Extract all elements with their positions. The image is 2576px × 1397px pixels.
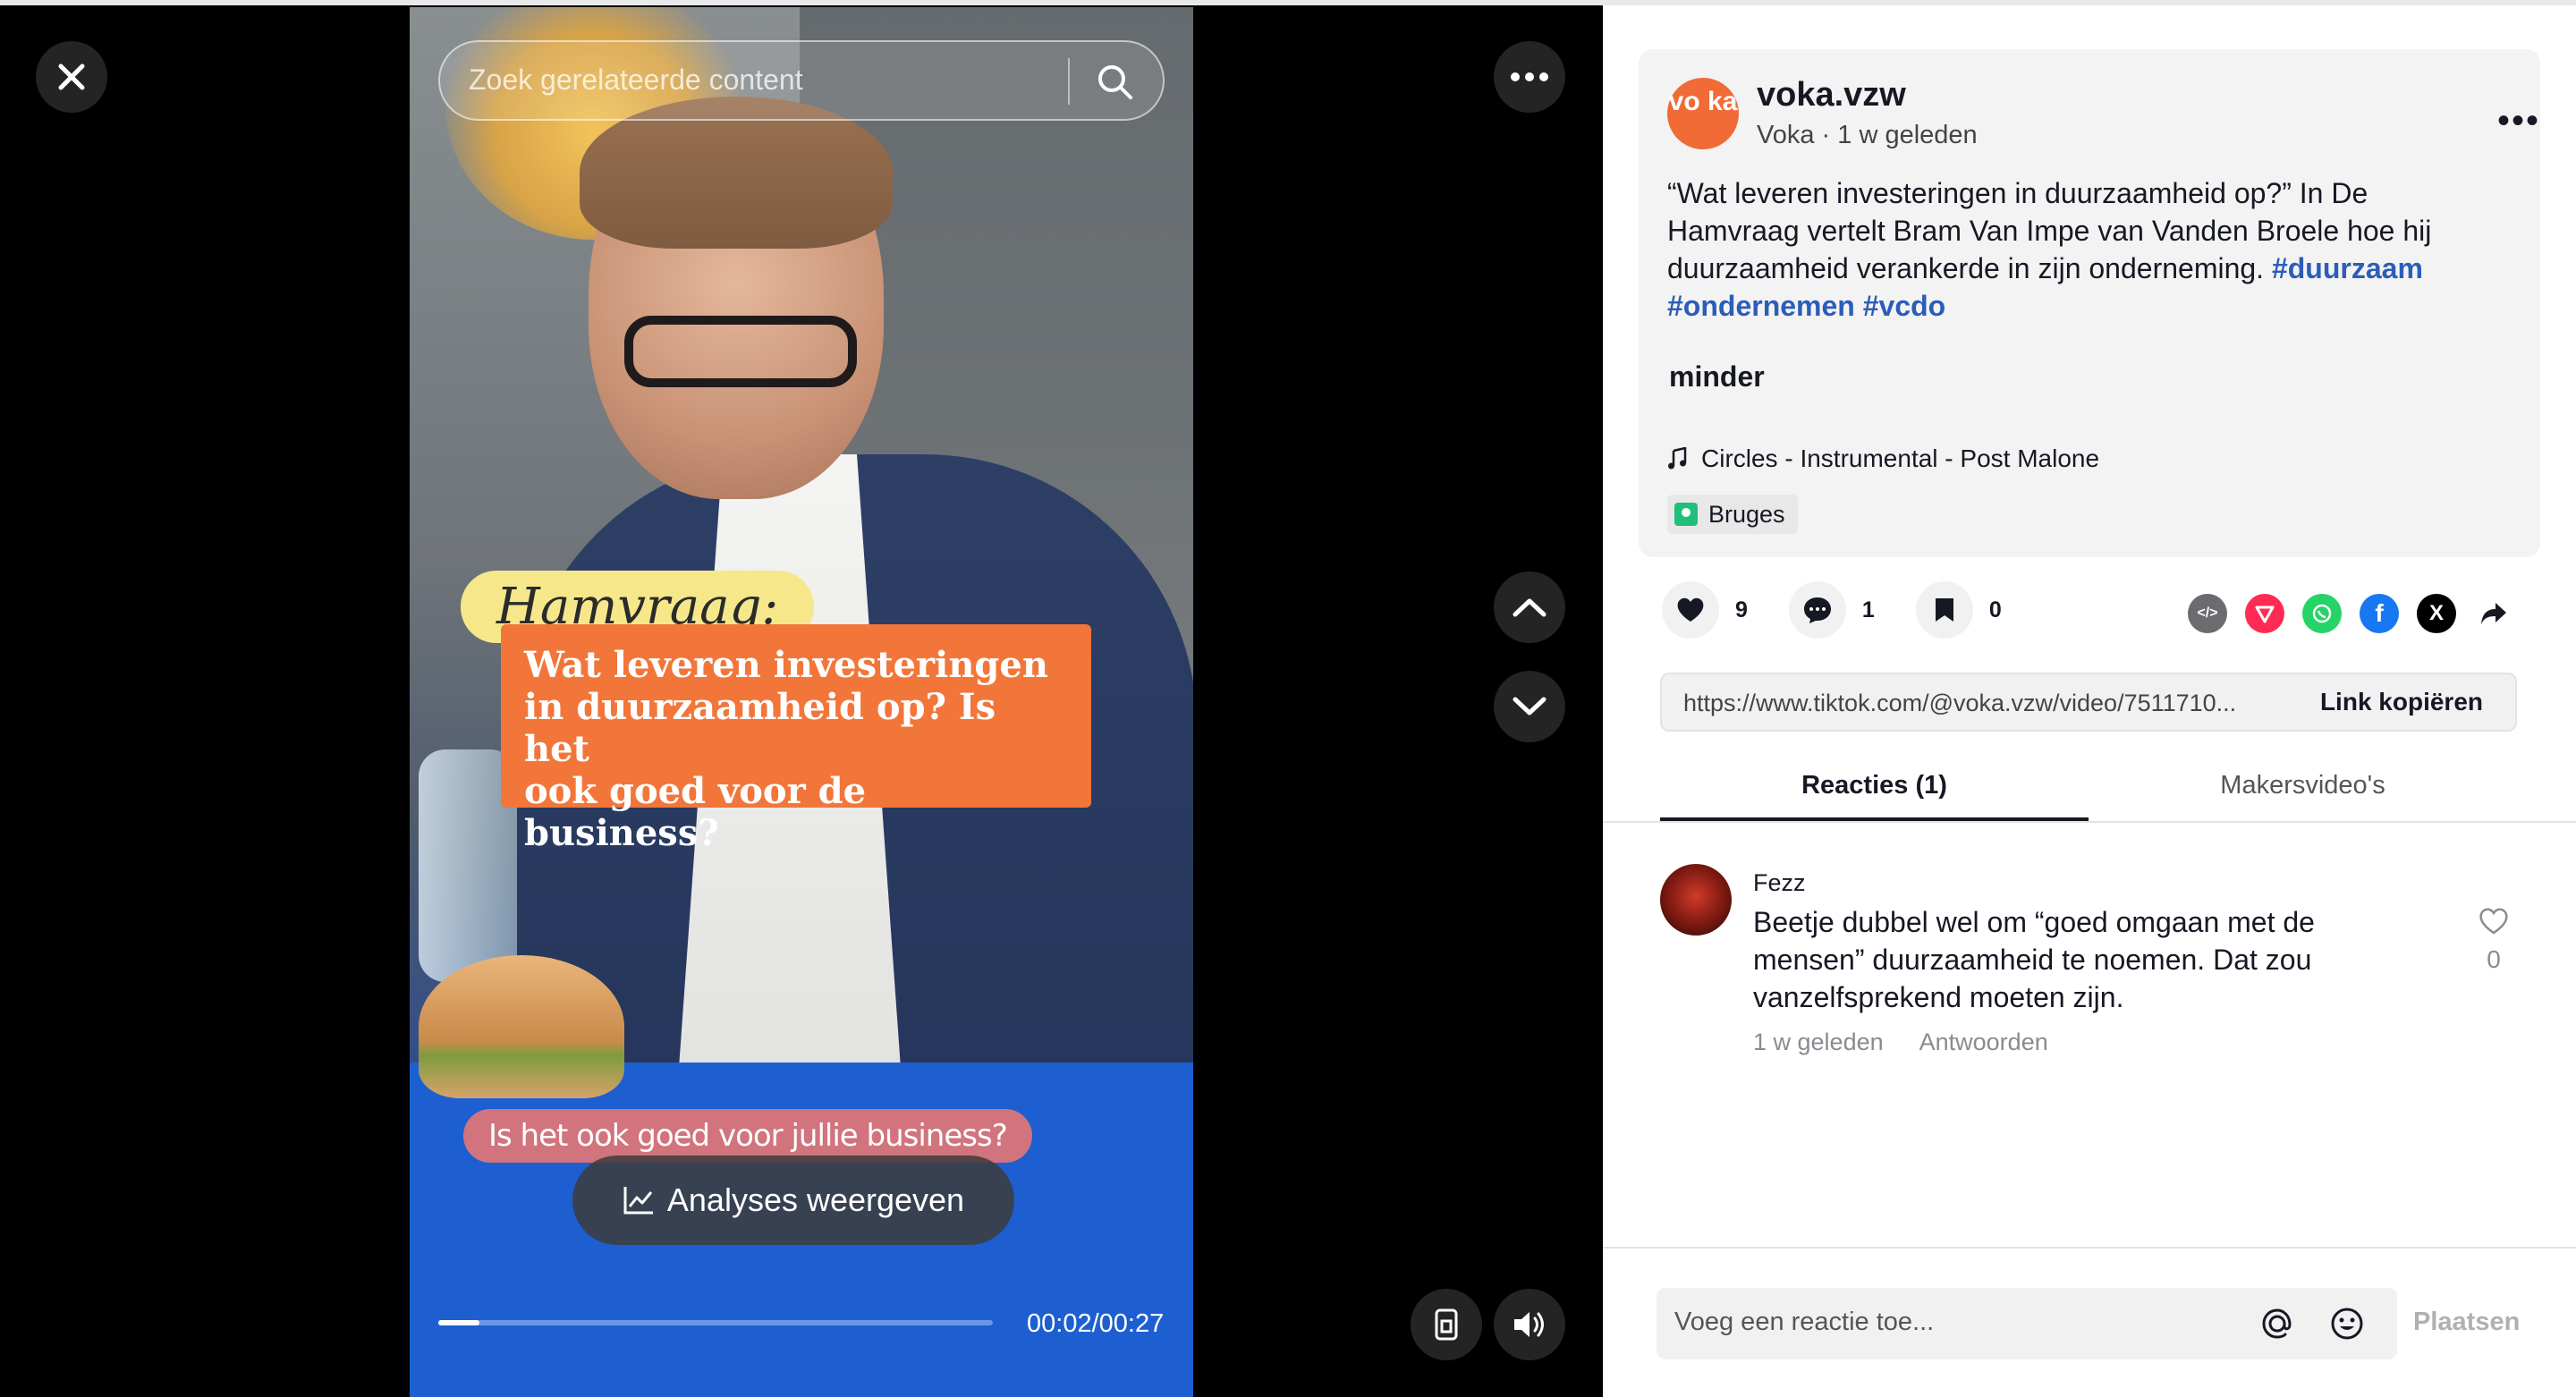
post-comment-button[interactable]: Plaatsen [2413, 1308, 2520, 1337]
author-meta: Voka · 1 w geleden [1757, 121, 1978, 149]
composer-divider [1603, 1247, 2576, 1249]
save-action[interactable]: 0 [1915, 581, 2002, 639]
mention-icon[interactable] [2258, 1304, 2297, 1343]
panel-tabs: Reacties (1) Makersvideo's [1660, 749, 2517, 821]
show-less-link[interactable]: minder [1669, 360, 1765, 394]
heart-outline-icon [2479, 908, 2508, 935]
like-action[interactable]: 9 [1662, 581, 1748, 639]
share-link-box: https://www.tiktok.com/@voka.vzw/video/7… [1660, 673, 2517, 732]
video-stage: Hamvraag: Wat leveren investeringen in d… [0, 0, 1603, 1397]
tab-comments[interactable]: Reacties (1) [1660, 749, 2089, 821]
video-overlay-question-line: Wat leveren investeringen [524, 644, 1048, 686]
close-icon [58, 64, 85, 90]
comment-count: 1 [1861, 597, 1875, 622]
post-more-icon[interactable]: ••• [2497, 101, 2540, 141]
search-icon[interactable] [1093, 60, 1136, 103]
previous-video-button[interactable] [1494, 572, 1565, 643]
more-horizontal-icon [1511, 72, 1548, 81]
video-overlay-question: Wat leveren investeringen in duurzaamhei… [501, 624, 1091, 854]
next-video-button[interactable] [1494, 671, 1565, 742]
video-person-glasses [624, 316, 857, 387]
mini-player-button[interactable] [1411, 1289, 1482, 1360]
comment-action[interactable]: 1 [1788, 581, 1875, 639]
view-analytics-button[interactable]: Analyses weergeven [572, 1156, 1014, 1245]
phone-swap-icon [1435, 1308, 1458, 1341]
whatsapp-icon[interactable] [2302, 594, 2342, 633]
comment-icon [1788, 581, 1846, 639]
video-progress-fill [438, 1320, 479, 1325]
hashtag-link[interactable]: #duurzaam [2272, 252, 2423, 284]
chevron-up-icon [1513, 598, 1546, 617]
embed-code-icon[interactable]: </> [2188, 594, 2227, 633]
view-analytics-label: Analyses weergeven [666, 1181, 965, 1218]
comment-like-count: 0 [2487, 945, 2501, 973]
comment-text: Beetje dubbel wel om “goed omgaan met de… [1753, 906, 2315, 1013]
volume-icon [1514, 1312, 1544, 1337]
post-card: vo ka voka.vzw Voka · 1 w geleden ••• “W… [1639, 49, 2540, 557]
location-name: Bruges [1708, 500, 1785, 528]
share-url-field[interactable]: https://www.tiktok.com/@voka.vzw/video/7… [1683, 690, 2236, 717]
music-title: Circles - Instrumental - Post Malone [1701, 444, 2100, 472]
send-to-friends-icon[interactable] [2245, 594, 2284, 633]
commenter-avatar[interactable] [1660, 864, 1732, 936]
heart-icon [1662, 581, 1719, 639]
author-avatar[interactable]: vo ka [1667, 78, 1739, 149]
share-buttons: </> f X [2188, 594, 2513, 633]
location-tag[interactable]: Bruges [1667, 495, 1798, 534]
video-progress-bar[interactable] [438, 1320, 993, 1325]
action-bar: 9 1 0 [1662, 581, 2043, 639]
details-panel: vo ka voka.vzw Voka · 1 w geleden ••• “W… [1603, 0, 2576, 1397]
reply-button[interactable]: Antwoorden [1919, 1029, 2048, 1056]
hashtag-link[interactable]: #vcdo [1863, 290, 1945, 322]
video-subtitle: Is het ook goed voor jullie business? [463, 1109, 1032, 1163]
music-link[interactable]: Circles - Instrumental - Post Malone [1667, 444, 2099, 473]
hashtag-link[interactable]: #ondernemen [1667, 290, 1855, 322]
video-overlay-question-line: in duurzaamheid op? Is het [524, 686, 996, 770]
video-time: 00:02/00:27 [1027, 1309, 1165, 1338]
like-count: 9 [1735, 597, 1748, 622]
video-overlay-question-line: ook goed voor de business? [524, 770, 867, 854]
emoji-icon[interactable] [2327, 1304, 2367, 1343]
video-burger [419, 955, 624, 1098]
close-button[interactable] [36, 41, 107, 113]
copy-link-button[interactable]: Link kopiëren [2320, 688, 2483, 716]
analytics-chart-icon [623, 1187, 653, 1215]
panel-top-divider [1603, 0, 2576, 5]
volume-button[interactable] [1494, 1289, 1565, 1360]
share-arrow-icon[interactable] [2474, 594, 2513, 633]
tab-creator-videos[interactable]: Makersvideo's [2089, 749, 2517, 821]
comment-input-placeholder: Voeg een reactie toe... [1674, 1308, 1935, 1336]
related-content-search[interactable]: Zoek gerelateerde content [438, 40, 1165, 121]
bookmark-icon [1915, 581, 1973, 639]
comment-input[interactable]: Voeg een reactie toe... [1657, 1288, 2397, 1359]
location-pin-icon [1674, 503, 1698, 526]
x-twitter-icon[interactable]: X [2417, 594, 2456, 633]
comment-meta: 1 w geleden Antwoorden [1753, 1029, 2048, 1056]
chevron-down-icon [1513, 697, 1546, 715]
search-divider [1068, 58, 1070, 105]
save-count: 0 [1988, 597, 2002, 622]
tabs-divider [1603, 821, 2576, 823]
author-username[interactable]: voka.vzw [1757, 76, 1906, 114]
comment-time: 1 w geleden [1753, 1029, 1884, 1055]
top-divider [0, 0, 1603, 5]
post-description: “Wat leveren investeringen in duurzaamhe… [1667, 174, 2490, 325]
music-note-icon [1668, 447, 1687, 470]
commenter-name[interactable]: Fezz [1753, 869, 1806, 897]
search-placeholder: Zoek gerelateerde content [469, 64, 803, 96]
more-options-button[interactable] [1494, 41, 1565, 113]
facebook-icon[interactable]: f [2360, 594, 2399, 633]
comment-like[interactable]: 0 [2476, 907, 2512, 974]
